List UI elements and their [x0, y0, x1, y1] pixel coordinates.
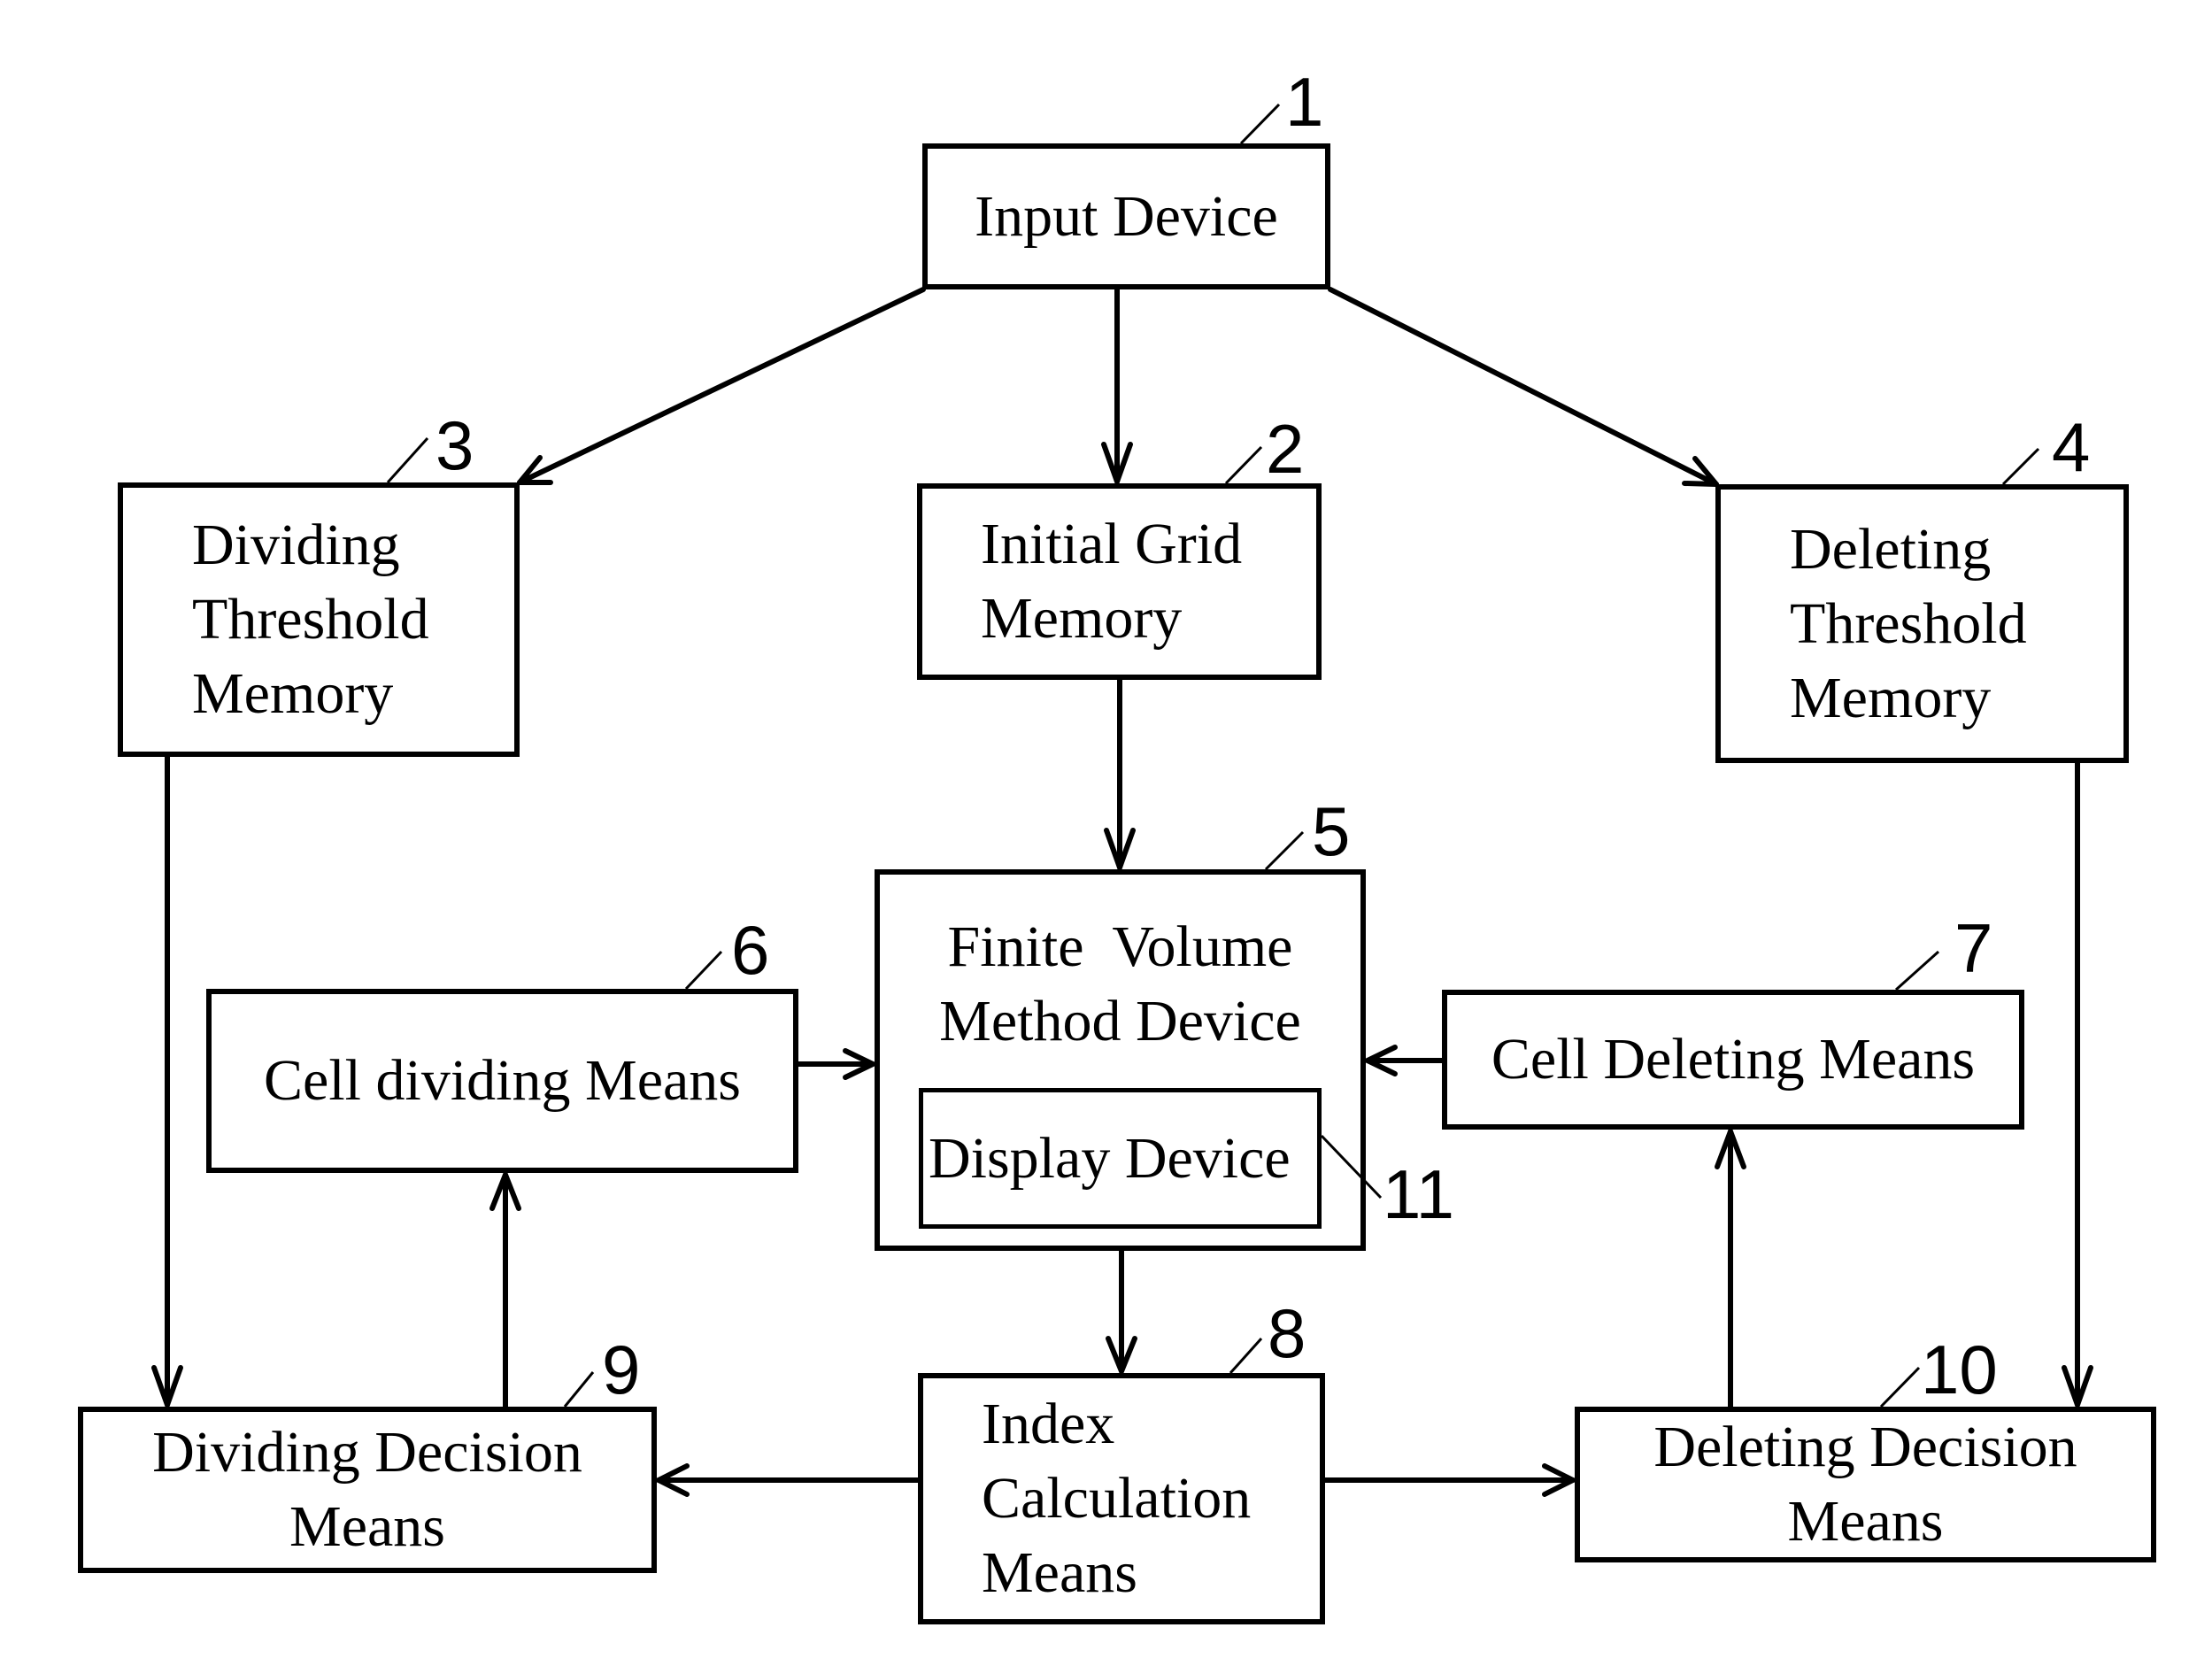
block-text: Method Device [939, 989, 1301, 1053]
arrow-dividing-decision-to-cell-dividing [489, 1172, 521, 1409]
ref-numeral-6: 6 [731, 911, 770, 989]
block-dividing-threshold-memory: Dividing Threshold Memory [118, 482, 520, 757]
leader-9 [563, 1371, 595, 1408]
block-text: Means [289, 1494, 445, 1559]
leader-5 [1264, 830, 1305, 871]
arrow-index-to-deleting-decision [1322, 1463, 1576, 1497]
arrow-input-to-dividing-threshold [517, 287, 926, 485]
arrow-input-to-initial-grid [1101, 287, 1133, 484]
ref-numeral-4: 4 [2052, 408, 2091, 486]
arrow-deleting-decision-to-cell-deleting [1715, 1129, 1746, 1409]
block-cell-dividing-means: Cell dividing Means [206, 989, 798, 1173]
ref-numeral-2: 2 [1266, 410, 1305, 488]
block-text: Dividing [192, 513, 400, 577]
block-text: Deleting Decision [1653, 1415, 2077, 1479]
leader-3 [386, 436, 429, 484]
block-text: Finite Volume [947, 914, 1293, 979]
leader-2 [1224, 445, 1263, 485]
block-deleting-decision-means: Deleting Decision Means [1575, 1407, 2156, 1562]
block-text: Input Device [975, 183, 1278, 249]
ref-numeral-3: 3 [435, 406, 474, 484]
block-text: Means [982, 1540, 1137, 1605]
block-text: Initial Grid [981, 512, 1243, 576]
block-index-calculation-means: Index Calculation Means [918, 1373, 1325, 1624]
leader-6 [684, 950, 723, 991]
leader-4 [2001, 447, 2040, 486]
ref-numeral-11: 11 [1383, 1155, 1454, 1233]
ref-numeral-1: 1 [1285, 63, 1324, 141]
block-text: Deleting [1790, 516, 1992, 582]
block-dividing-decision-means: Dividing Decision Means [78, 1407, 657, 1573]
arrow-initial-grid-to-fvm [1104, 677, 1136, 870]
block-text: Display Device [929, 1125, 1291, 1191]
block-deleting-threshold-memory: Deleting Threshold Memory [1715, 484, 2129, 763]
ref-numeral-7: 7 [1954, 909, 1993, 987]
arrow-cell-deleting-to-fvm [1365, 1045, 1445, 1076]
leader-1 [1239, 103, 1281, 145]
leader-8 [1229, 1337, 1263, 1375]
arrow-index-to-dividing-decision [656, 1463, 921, 1497]
arrow-input-to-deleting-threshold [1328, 287, 1719, 487]
block-cell-deleting-means: Cell Deleting Means [1442, 990, 2024, 1130]
block-text: Calculation [982, 1466, 1252, 1531]
block-display-device: Display Device [919, 1088, 1322, 1229]
block-text: Memory [192, 661, 394, 726]
block-text: Dividing Decision [152, 1420, 582, 1485]
block-input-device: Input Device [922, 143, 1330, 289]
ref-numeral-10: 10 [1921, 1331, 1998, 1408]
ref-numeral-9: 9 [602, 1331, 641, 1408]
diagram-canvas: Input Device Initial Grid Memory Dividin… [0, 0, 2212, 1674]
block-text: Memory [1790, 665, 1992, 730]
ref-numeral-5: 5 [1312, 792, 1351, 870]
leader-10 [1879, 1366, 1921, 1408]
arrow-deleting-threshold-to-deleting-decision [2062, 760, 2093, 1408]
ref-numeral-8: 8 [1268, 1294, 1306, 1372]
arrow-cell-dividing-to-fvm [796, 1048, 875, 1080]
leader-7 [1894, 950, 1940, 991]
block-text: Threshold [1790, 590, 2027, 656]
block-text: Means [1787, 1489, 1944, 1554]
arrow-dividing-threshold-to-dividing-decision [151, 754, 183, 1408]
block-text: Index [982, 1392, 1115, 1456]
arrow-fvm-to-index [1106, 1248, 1137, 1374]
block-text: Cell Deleting Means [1491, 1027, 1976, 1092]
block-text: Threshold [192, 587, 429, 652]
block-text: Cell dividing Means [264, 1048, 741, 1113]
block-text: Memory [981, 586, 1183, 651]
block-initial-grid-memory: Initial Grid Memory [917, 483, 1322, 680]
